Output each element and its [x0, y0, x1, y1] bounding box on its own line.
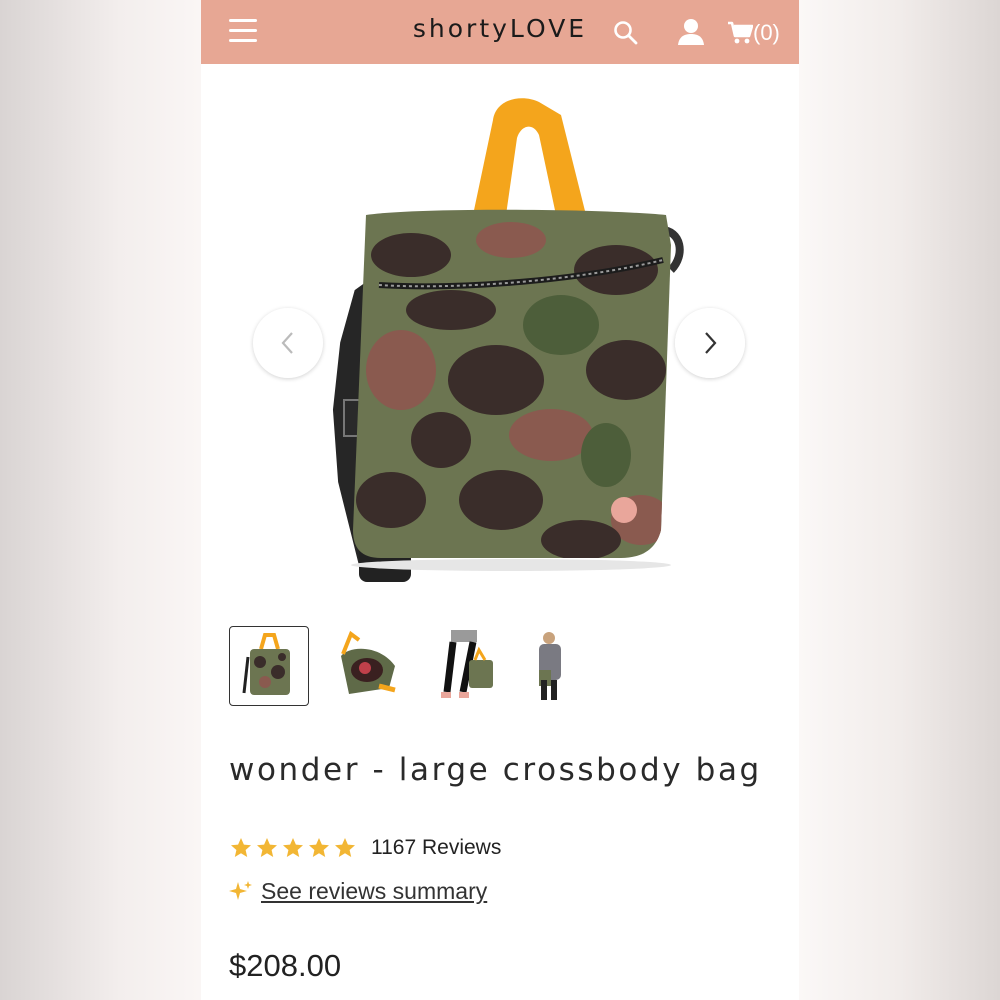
thumbnail-3[interactable] [429, 626, 509, 706]
reviews-count[interactable]: 1167 Reviews [371, 836, 501, 860]
star-icon [309, 838, 329, 857]
star-icon [283, 838, 303, 857]
chevron-left-icon [281, 332, 293, 354]
thumbnail-strip [229, 626, 609, 708]
cart-button[interactable]: (0) [727, 19, 780, 47]
thumbnail-1[interactable] [229, 626, 309, 706]
top-navigation-bar: shortyLOVE (0) [201, 0, 799, 64]
thumbnail-4[interactable] [529, 626, 609, 706]
brand-prefix: shorty [412, 14, 510, 43]
thumbnail-2[interactable] [329, 626, 409, 706]
star-icon [335, 838, 355, 857]
brand-suffix: LOVE [509, 14, 588, 43]
search-icon[interactable] [613, 20, 639, 46]
brand-logo[interactable]: shortyLOVE [201, 14, 799, 43]
product-rating[interactable]: 1167 Reviews [229, 834, 501, 862]
star-icon [257, 838, 277, 857]
next-image-button[interactable] [675, 308, 745, 378]
mobile-page: shortyLOVE (0) wonder - large crossbody … [201, 0, 799, 1000]
cart-count: (0) [753, 20, 780, 46]
product-main-image[interactable] [261, 80, 741, 610]
cart-icon [728, 21, 754, 44]
star-rating [229, 836, 357, 860]
product-price: $208.00 [229, 948, 342, 983]
star-icon [231, 838, 251, 857]
user-icon[interactable] [676, 17, 706, 47]
chevron-right-icon [705, 332, 717, 354]
sparkle-icon [229, 880, 252, 900]
reviews-summary: See reviews summary [229, 878, 487, 905]
see-reviews-summary-link[interactable]: See reviews summary [261, 878, 487, 905]
product-title: wonder - large crossbody bag [229, 752, 762, 788]
previous-image-button[interactable] [253, 308, 323, 378]
